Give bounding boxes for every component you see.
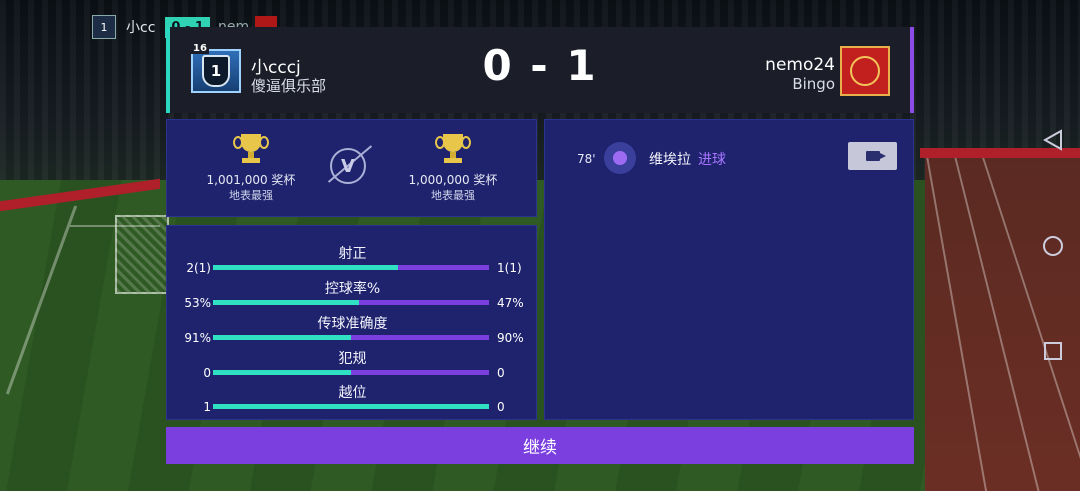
stat-home-value: 91% <box>184 331 211 345</box>
away-team-crest <box>840 46 890 96</box>
trophy-icon <box>233 134 269 164</box>
stat-home-value: 0 <box>203 366 211 380</box>
away-trophy-title: 地表最强 <box>431 189 475 202</box>
stat-row: 射正 2(1) 1(1) <box>167 243 538 279</box>
trophy-icon <box>435 134 471 164</box>
home-trophy-count: 1,001,000 奖杯 <box>206 173 296 187</box>
continue-button[interactable]: 继续 <box>166 427 914 464</box>
home-trophy-title: 地表最强 <box>229 189 273 202</box>
vs-icon: V <box>330 148 366 184</box>
stat-away-value: 47% <box>497 296 524 310</box>
stat-label: 控球率% <box>324 281 381 297</box>
stat-bar-fill <box>213 300 360 305</box>
stat-away-value: 0 <box>497 366 505 380</box>
event-minute: 78' <box>577 152 596 166</box>
stat-bar-fill <box>213 404 489 409</box>
stat-home-value: 2(1) <box>186 261 211 275</box>
away-trophy-count: 1,000,000 奖杯 <box>408 173 498 187</box>
away-club-name: Bingo <box>792 75 835 93</box>
stat-bar <box>213 300 489 305</box>
stat-home-value: 1 <box>203 400 211 414</box>
match-events-panel: 78' 维埃拉 进球 <box>544 119 914 420</box>
stat-away-value: 90% <box>497 331 524 345</box>
stat-bar <box>213 265 489 270</box>
stat-label: 传球准确度 <box>317 316 388 332</box>
event-type: 进球 <box>698 152 726 168</box>
away-trophies: 1,000,000 奖杯 地表最强 <box>373 134 533 204</box>
match-header: 16 1 小cccj 傻逼俱乐部 0 - 1 nemo24 Bingo <box>166 27 914 113</box>
stat-bar <box>213 404 489 409</box>
video-camera-icon <box>865 151 886 161</box>
stat-label: 犯规 <box>338 351 367 367</box>
stat-bar <box>213 335 489 340</box>
away-player-name: nemo24 <box>765 55 835 75</box>
back-nav-icon[interactable] <box>1041 128 1065 156</box>
ball-icon <box>604 142 636 174</box>
home-trophies: 1,001,000 奖杯 地表最强 <box>171 134 331 204</box>
mini-home-name: 小cc <box>126 20 156 36</box>
running-track <box>924 150 1080 491</box>
stat-label: 越位 <box>338 385 367 401</box>
stat-bar-fill <box>213 335 351 340</box>
stat-row: 传球准确度 91% 90% <box>167 313 538 349</box>
trophy-panel: 1,001,000 奖杯 地表最强 V 1,000,000 奖杯 地表最强 <box>166 119 537 217</box>
event-row: 78' 维埃拉 进球 <box>545 140 915 174</box>
stat-bar <box>213 370 489 375</box>
match-stats-panel: 射正 2(1) 1(1) 控球率% 53% 47% 传球准确度 91% 90% … <box>166 225 537 420</box>
stat-label: 射正 <box>338 246 367 262</box>
replay-button[interactable] <box>848 142 897 170</box>
stat-row: 越位 1 0 <box>167 382 538 418</box>
recent-apps-icon[interactable] <box>1041 339 1065 367</box>
stat-away-value: 1(1) <box>497 261 522 275</box>
event-player: 维埃拉 <box>649 152 691 168</box>
stat-home-value: 53% <box>184 296 211 310</box>
stat-bar-fill <box>213 370 351 375</box>
stat-away-value: 0 <box>497 400 505 414</box>
goal-net <box>115 215 169 294</box>
stat-row: 犯规 0 0 <box>167 348 538 384</box>
stat-row: 控球率% 53% 47% <box>167 278 538 314</box>
home-nav-icon[interactable] <box>1041 234 1065 262</box>
stat-bar-fill <box>213 265 398 270</box>
mini-home-badge: 1 <box>92 15 116 39</box>
